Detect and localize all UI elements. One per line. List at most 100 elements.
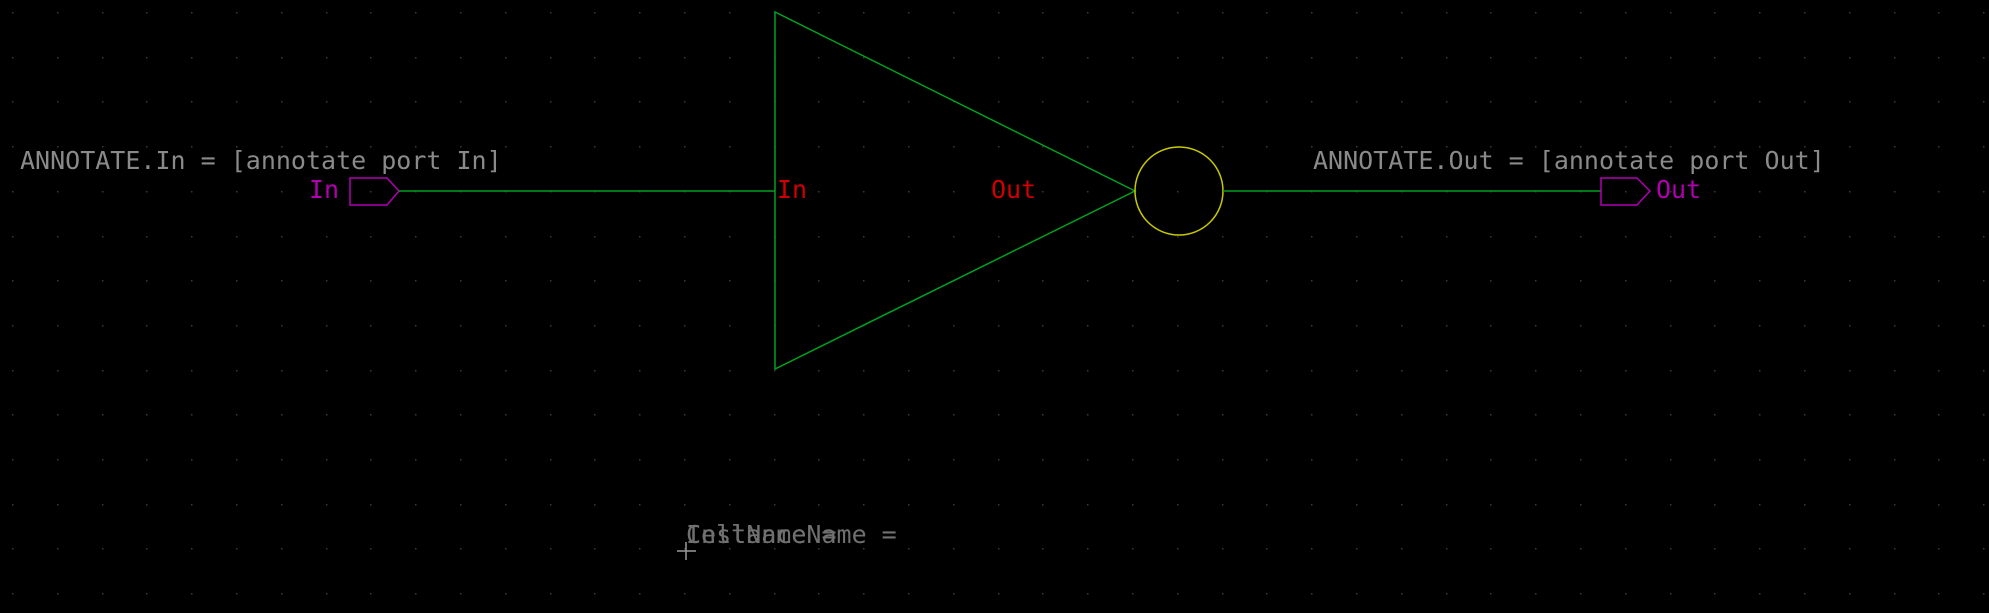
- grid-dot: [1804, 12, 1806, 14]
- grid-dot: [191, 12, 193, 14]
- grid-dot: [415, 236, 417, 238]
- grid-dot: [1625, 101, 1627, 103]
- grid-dot: [1311, 459, 1313, 461]
- grid-dot: [12, 414, 14, 416]
- grid-dot: [639, 146, 641, 148]
- grid-dot: [326, 280, 328, 282]
- grid-dot: [1401, 280, 1403, 282]
- grid-dot: [1266, 459, 1268, 461]
- symbol-input-pin-label: In: [777, 175, 807, 204]
- in-annotation-text: ANNOTATE.In = [annotate port In]: [20, 146, 502, 175]
- grid-dot: [1625, 504, 1627, 506]
- grid-dot: [639, 325, 641, 327]
- grid-dot: [594, 414, 596, 416]
- input-io-pin-label: In: [309, 175, 339, 204]
- grid-dot: [1759, 593, 1761, 595]
- grid-dot: [1714, 325, 1716, 327]
- grid-dot: [102, 101, 104, 103]
- grid-dot: [146, 191, 148, 193]
- grid-dot: [1490, 548, 1492, 550]
- grid-dot: [953, 57, 955, 59]
- inversion-bubble[interactable]: [1134, 146, 1224, 236]
- grid-dot: [639, 548, 641, 550]
- grid-dot: [1714, 191, 1716, 193]
- grid-dot: [729, 101, 731, 103]
- grid-dot: [102, 459, 104, 461]
- inverter-symbol-body[interactable]: [774, 10, 1137, 371]
- grid-dot: [550, 325, 552, 327]
- grid-dot: [1132, 593, 1134, 595]
- input-pin-icon[interactable]: [349, 177, 401, 206]
- grid-dot: [57, 504, 59, 506]
- grid-dot: [1849, 593, 1851, 595]
- grid-dot: [1983, 593, 1985, 595]
- grid-dot: [953, 504, 955, 506]
- grid-dot: [1042, 414, 1044, 416]
- grid-dot: [774, 504, 776, 506]
- grid-dot: [1490, 101, 1492, 103]
- grid-dot: [908, 280, 910, 282]
- grid-dot: [370, 325, 372, 327]
- grid-dot: [1177, 236, 1179, 238]
- grid-dot: [908, 57, 910, 59]
- grid-dot: [236, 504, 238, 506]
- grid-dot: [1983, 146, 1985, 148]
- grid-dot: [1849, 191, 1851, 193]
- grid-dot: [326, 414, 328, 416]
- grid-dot: [1356, 280, 1358, 282]
- grid-dot: [1625, 370, 1627, 372]
- grid-dot: [1177, 459, 1179, 461]
- grid-dot: [639, 414, 641, 416]
- grid-dot: [1177, 414, 1179, 416]
- grid-dot: [1132, 280, 1134, 282]
- grid-dot: [1311, 593, 1313, 595]
- grid-dot: [1222, 146, 1224, 148]
- grid-dot: [1894, 57, 1896, 59]
- grid-dot: [1087, 191, 1089, 193]
- grid-dot: [146, 593, 148, 595]
- grid-dot: [1446, 459, 1448, 461]
- grid-dot: [908, 370, 910, 372]
- grid-dot: [460, 459, 462, 461]
- grid-dot: [594, 12, 596, 14]
- grid-dot: [1222, 236, 1224, 238]
- grid-dot: [326, 459, 328, 461]
- grid-dot: [191, 325, 193, 327]
- grid-dot: [102, 370, 104, 372]
- grid-dot: [505, 57, 507, 59]
- grid-dot: [57, 101, 59, 103]
- grid-dot: [1222, 280, 1224, 282]
- grid-dot: [908, 325, 910, 327]
- grid-dot: [415, 370, 417, 372]
- grid-dot: [460, 414, 462, 416]
- grid-dot: [57, 280, 59, 282]
- grid-dot: [415, 12, 417, 14]
- grid-dot: [1625, 325, 1627, 327]
- schematic-canvas[interactable]: ANNOTATE.In = [annotate port In] ANNOTAT…: [0, 0, 1989, 613]
- grid-dot: [1087, 12, 1089, 14]
- grid-dot: [550, 236, 552, 238]
- grid-dot: [415, 414, 417, 416]
- grid-dot: [1132, 414, 1134, 416]
- grid-dot: [1670, 280, 1672, 282]
- grid-dot: [729, 459, 731, 461]
- grid-dot: [1222, 548, 1224, 550]
- grid-dot: [729, 280, 731, 282]
- grid-dot: [326, 101, 328, 103]
- grid-dot: [1177, 548, 1179, 550]
- grid-dot: [370, 12, 372, 14]
- grid-dot: [1490, 414, 1492, 416]
- grid-dot: [1983, 414, 1985, 416]
- grid-dot: [191, 236, 193, 238]
- grid-dot: [594, 593, 596, 595]
- schematic-drawing[interactable]: ANNOTATE.In = [annotate port In] ANNOTAT…: [0, 0, 1989, 613]
- grid-dot: [1401, 12, 1403, 14]
- grid-dot: [1670, 236, 1672, 238]
- grid-dot: [684, 57, 686, 59]
- grid-dot: [1177, 191, 1179, 193]
- grid-dot: [550, 101, 552, 103]
- grid-dot: [639, 504, 641, 506]
- grid-dot: [1222, 101, 1224, 103]
- grid-dot: [12, 12, 14, 14]
- grid-dot: [1625, 414, 1627, 416]
